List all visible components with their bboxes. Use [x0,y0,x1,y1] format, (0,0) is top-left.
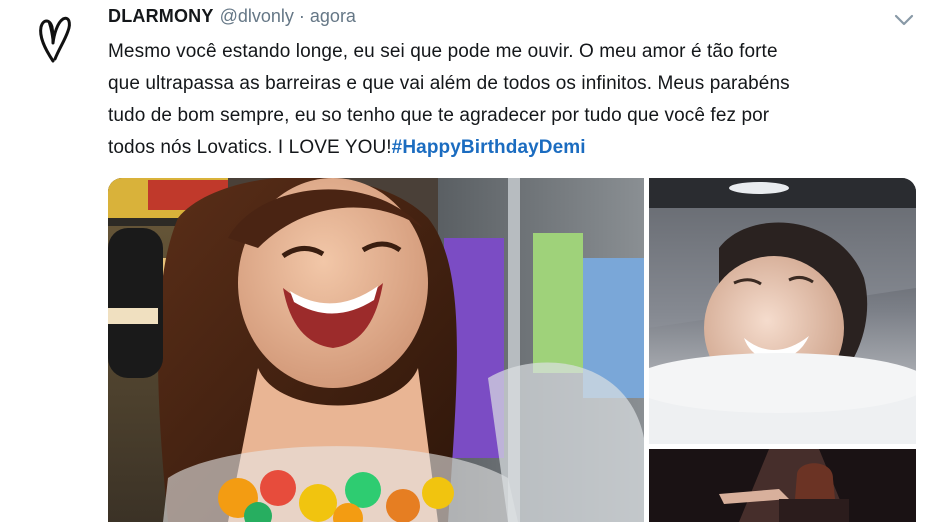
tweet-text-line: Mesmo você estando longe, eu sei que pod… [108,41,778,62]
tweet-text-line: que ultrapassa as barreiras e que vai al… [108,73,790,94]
hashtag-link[interactable]: #HappyBirthdayDemi [392,137,586,158]
tweet-text-line: tudo de bom sempre, eu so tenho que te a… [108,105,770,126]
separator-dot: · [298,6,305,26]
media-grid [108,178,916,522]
photo-1[interactable] [108,178,644,522]
photo-3[interactable] [649,449,916,522]
tweet-text-line: todos nós Lovatics. I LOVE YOU!#HappyBir… [108,132,908,164]
tweet-header: DLARMONY @dlvonly · agora [108,6,356,30]
tweet-timestamp[interactable]: agora [310,6,356,27]
avatar[interactable] [26,10,84,68]
heart-logo-icon [39,16,71,63]
photo-2[interactable] [649,178,916,444]
user-handle[interactable]: @dlvonly [220,6,294,27]
tweet-text-tail: todos nós Lovatics. I LOVE YOU! [108,137,392,158]
tweet-text: Mesmo você estando longe, eu sei que pod… [108,36,908,164]
chevron-down-icon [894,14,914,26]
tweet-menu-button[interactable] [890,8,918,32]
display-name[interactable]: DLARMONY [108,6,214,27]
